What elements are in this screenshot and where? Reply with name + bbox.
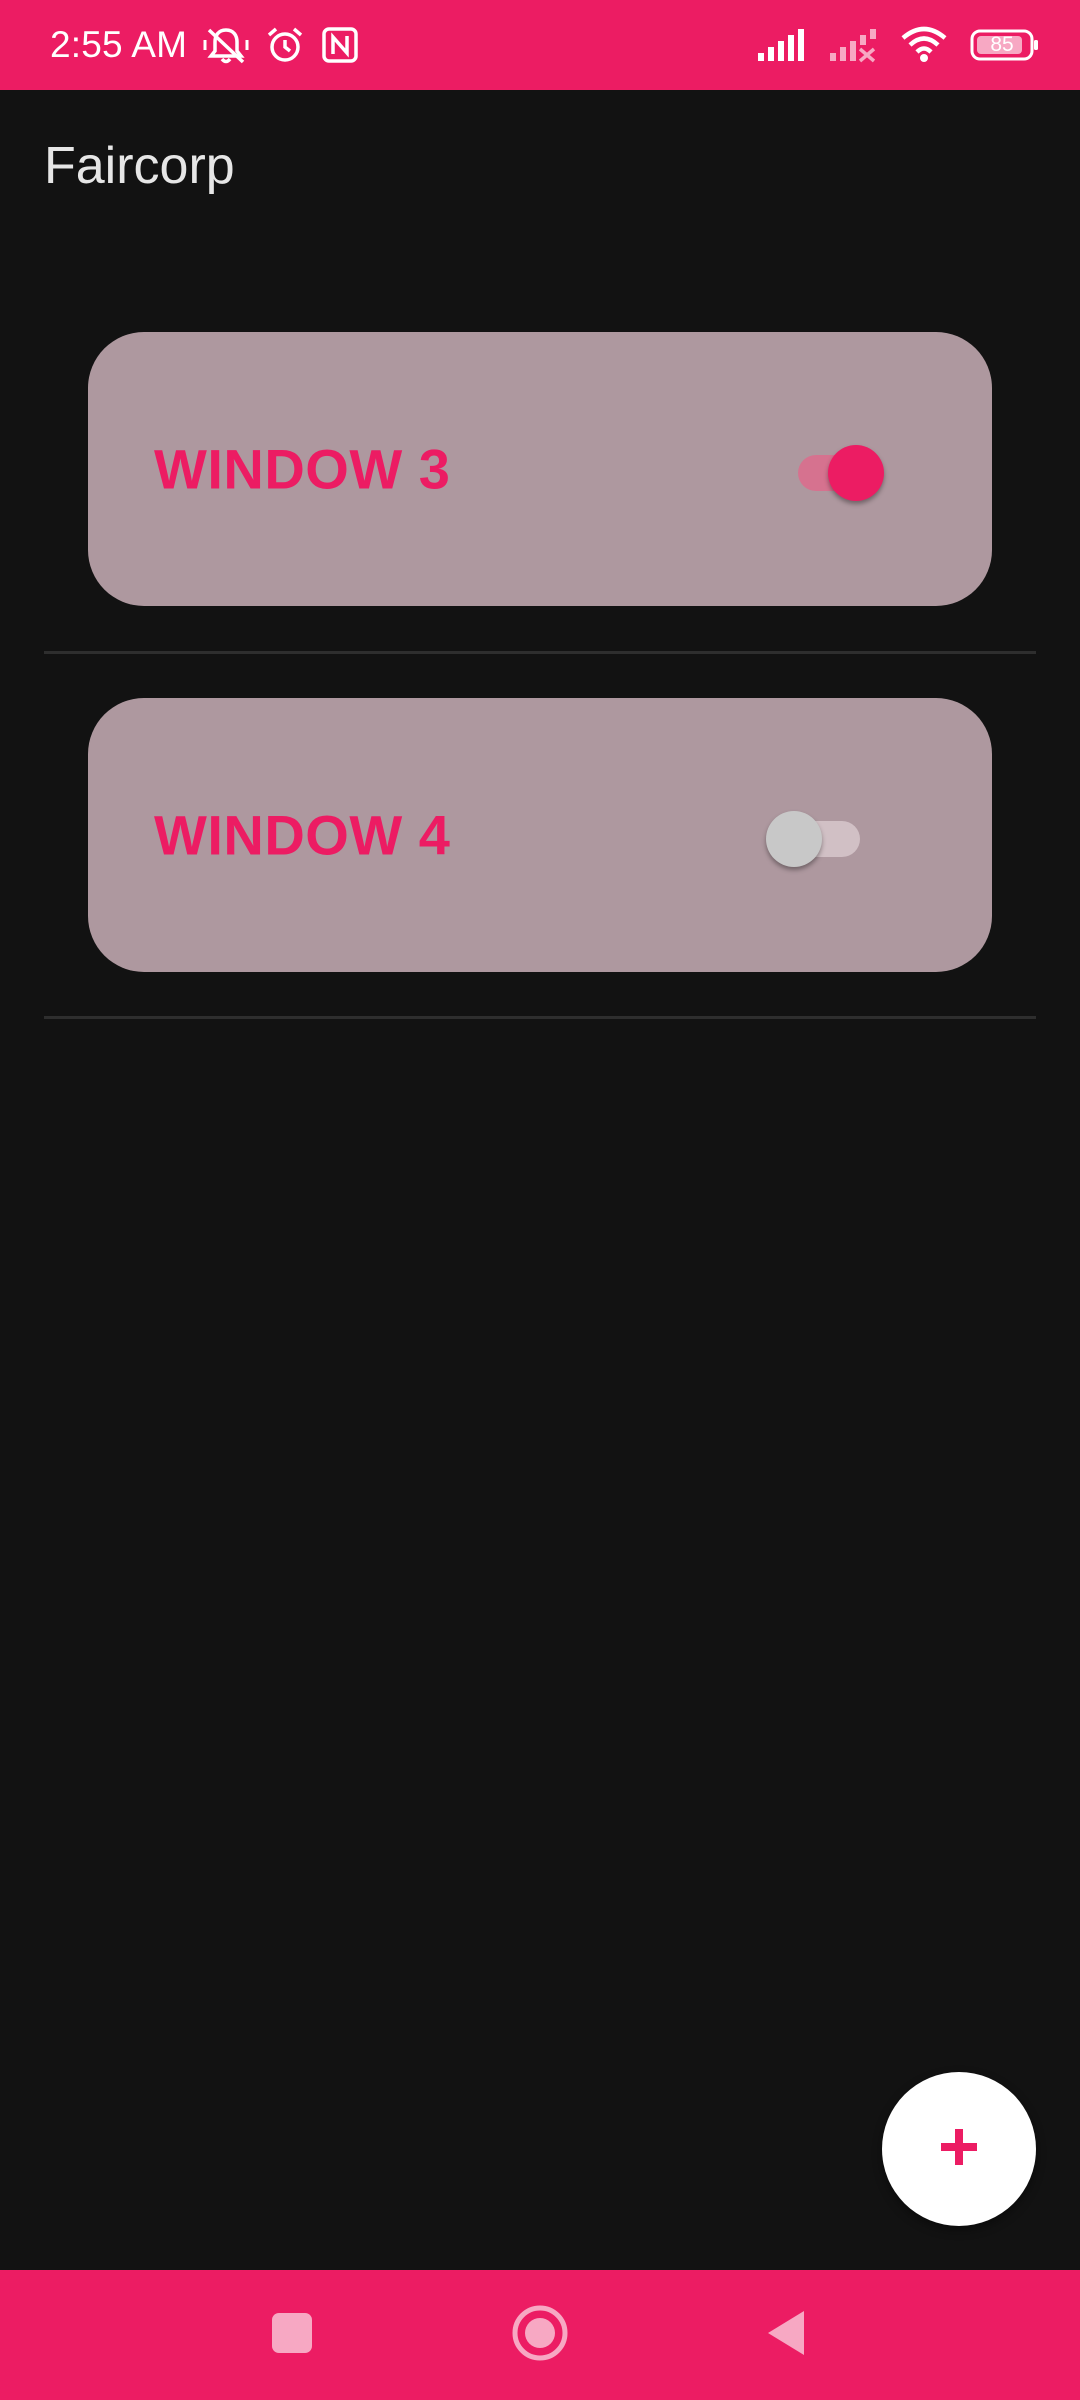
home-icon (511, 2304, 569, 2367)
window-toggle-switch[interactable] (788, 439, 888, 501)
back-icon (764, 2308, 808, 2363)
divider (44, 1016, 1036, 1019)
muted-notification-icon (203, 24, 249, 66)
signal-no-service-icon (828, 27, 878, 63)
back-button[interactable] (726, 2270, 846, 2400)
alarm-icon (265, 25, 305, 65)
signal-icon (756, 27, 806, 63)
switch-thumb (828, 445, 884, 501)
status-time: 2:55 AM (50, 24, 188, 65)
window-toggle-switch[interactable] (766, 805, 866, 867)
status-bar: 2:55 AM 85 (0, 0, 1080, 90)
window-card[interactable]: WINDOW 4 (88, 698, 992, 972)
switch-thumb (766, 811, 822, 867)
navigation-bar (0, 2270, 1080, 2400)
window-label: WINDOW 3 (154, 437, 451, 501)
recents-icon (271, 2312, 313, 2359)
add-window-button[interactable] (882, 2072, 1036, 2226)
recents-button[interactable] (232, 2270, 352, 2400)
window-label: WINDOW 4 (154, 803, 451, 867)
wifi-icon (900, 26, 948, 64)
battery-icon: 85 (970, 28, 1040, 62)
status-left: 2:55 AM (50, 24, 359, 66)
divider (44, 651, 1036, 654)
battery-level: 85 (990, 33, 1014, 56)
app-title: Faircorp (44, 137, 235, 195)
status-right: 85 (756, 26, 1040, 64)
home-button[interactable] (480, 2270, 600, 2400)
nfc-icon (321, 26, 359, 64)
window-card[interactable]: WINDOW 3 (88, 332, 992, 606)
plus-icon (939, 2127, 979, 2172)
